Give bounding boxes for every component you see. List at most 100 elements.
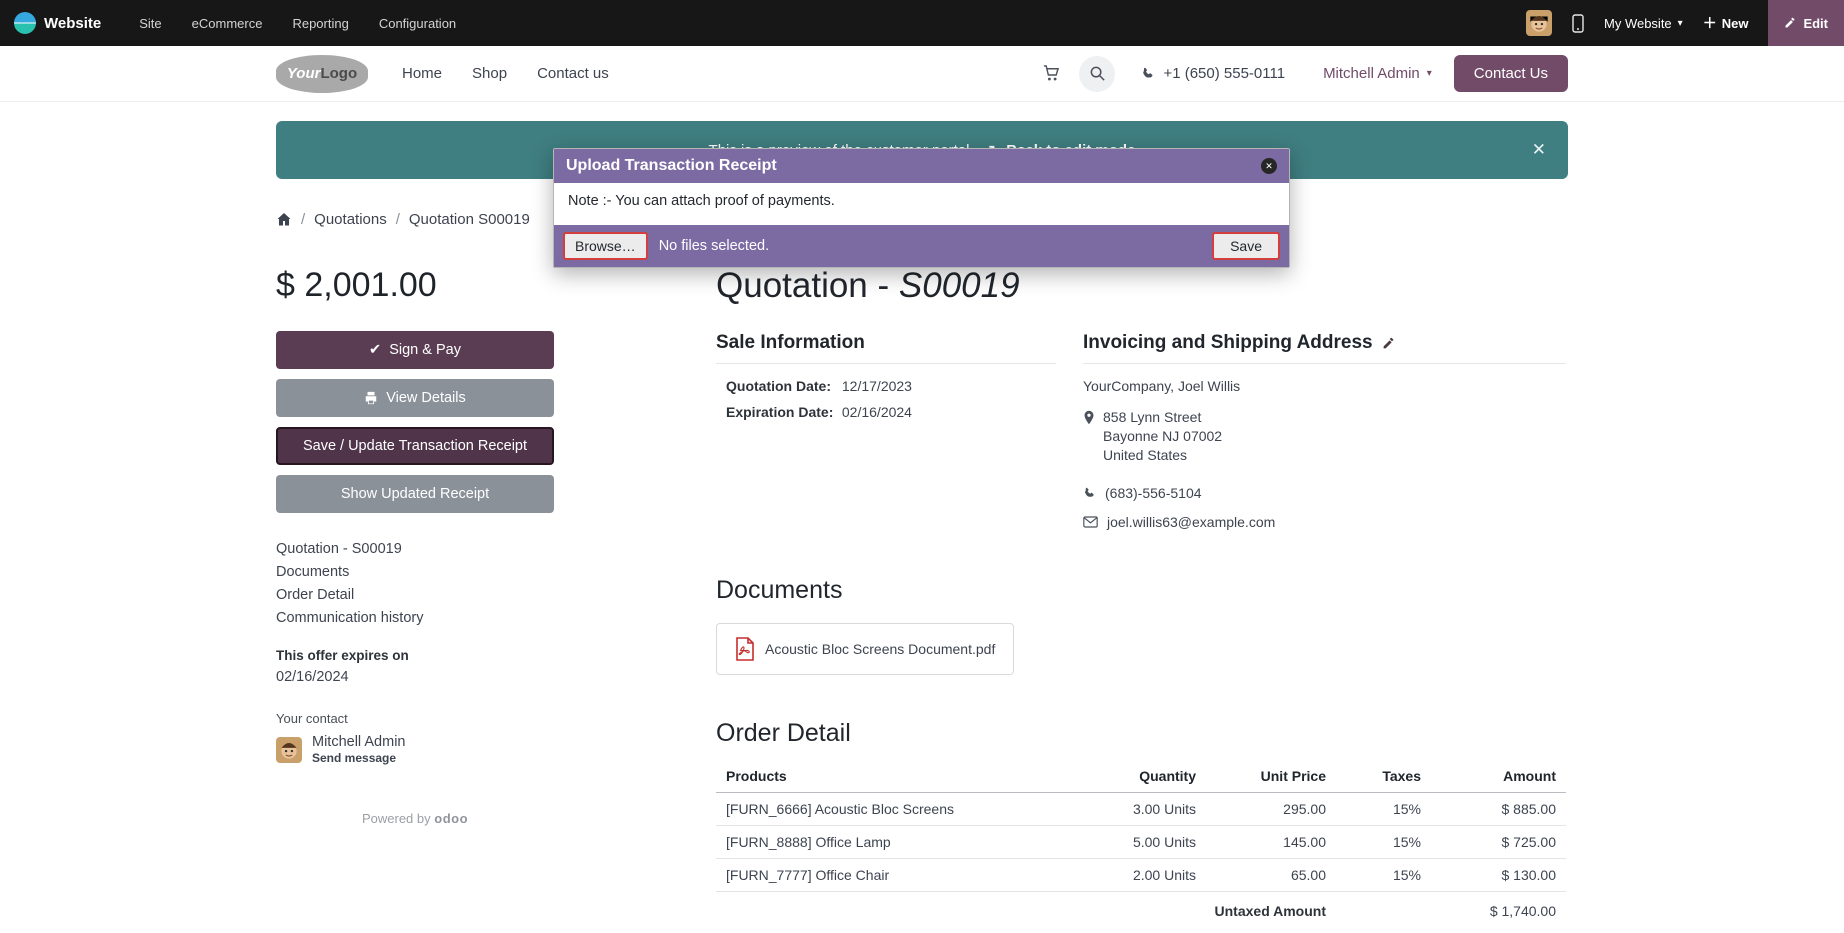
send-message-link[interactable]: Send message [312,751,405,765]
order-detail-heading: Order Detail [716,719,1566,748]
banner-close-icon[interactable]: ✕ [1532,140,1546,160]
taxes-cell: 15% [1336,859,1431,892]
save-button[interactable]: Save [1212,232,1280,260]
search-icon[interactable] [1079,56,1115,92]
browse-button[interactable]: Browse… [563,232,648,260]
menu-reporting[interactable]: Reporting [292,16,348,31]
modal-body: Note :- You can attach proof of payments… [554,183,1289,225]
phone-icon [1083,487,1096,500]
contact-name: Mitchell Admin [312,734,405,750]
home-icon[interactable] [276,212,292,227]
quotation-sidebar: $ 2,001.00 ✔ Sign & Pay View Details Sav… [276,266,554,927]
expiration-date-label: Expiration Date: [726,404,838,420]
modal-footer: Browse… No files selected. Save [554,225,1289,267]
view-details-label: View Details [386,390,466,406]
document-attachment[interactable]: Acoustic Bloc Screens Document.pdf [716,623,1014,675]
nav-shop[interactable]: Shop [472,65,507,82]
page-title: Quotation - S00019 [716,266,1566,306]
breadcrumb-current[interactable]: Quotation S00019 [409,211,530,228]
avatar-image [1526,10,1552,36]
col-unit-price: Unit Price [1206,760,1336,793]
nav-contact-us[interactable]: Contact us [537,65,609,82]
website-app-menu[interactable]: Website [14,12,101,34]
menu-site[interactable]: Site [139,16,161,31]
save-update-receipt-label: Save / Update Transaction Receipt [303,438,527,454]
new-button-label: New [1722,16,1749,31]
address-heading: Invoicing and Shipping Address [1083,332,1373,354]
documents-heading: Documents [716,576,1566,605]
show-updated-receipt-button[interactable]: Show Updated Receipt [276,475,554,513]
contact-us-button[interactable]: Contact Us [1454,55,1568,92]
powered-by-label: Powered by [362,811,431,826]
upload-receipt-modal: Upload Transaction Receipt ✕ Note :- You… [553,148,1290,268]
chevron-down-icon: ▾ [1678,18,1683,29]
address-email[interactable]: joel.willis63@example.com [1107,514,1275,530]
offer-expiry: This offer expires on 02/16/2024 [276,648,554,685]
view-details-button[interactable]: View Details [276,379,554,417]
backend-menus: Site eCommerce Reporting Configuration [139,16,456,31]
new-button[interactable]: ＋ New [1703,13,1749,33]
envelope-icon [1083,516,1098,528]
sale-information-section: Sale Information Quotation Date: 12/17/2… [716,332,1056,530]
page-title-prefix: Quotation - [716,266,899,305]
col-products: Products [716,760,1086,793]
sign-and-pay-label: Sign & Pay [389,342,461,358]
link-order-detail[interactable]: Order Detail [276,587,554,603]
edit-address-icon[interactable] [1382,337,1395,350]
address-city: Bayonne NJ 07002 [1103,427,1222,446]
website-switcher[interactable]: My Website ▾ [1604,16,1683,31]
amount-cell: $ 725.00 [1431,826,1566,859]
address-lines: 858 Lynn Street Bayonne NJ 07002 United … [1103,408,1222,465]
modal-close-icon[interactable]: ✕ [1261,158,1277,174]
nav-home[interactable]: Home [402,65,442,82]
powered-by: Powered by odoo [276,811,554,826]
odoo-wordmark[interactable]: odoo [434,811,468,826]
header-phone-number: +1 (650) 555-0111 [1163,65,1285,82]
quotation-date-label: Quotation Date: [726,378,838,394]
site-header: Your Logo Home Shop Contact us +1 (650) … [0,46,1844,102]
user-menu[interactable]: Mitchell Admin ▾ [1323,65,1432,82]
menu-ecommerce[interactable]: eCommerce [192,16,263,31]
edit-button[interactable]: Edit [1768,0,1844,46]
document-filename: Acoustic Bloc Screens Document.pdf [765,641,995,657]
col-amount: Amount [1431,760,1566,793]
website-app-icon [14,12,36,34]
breadcrumb-quotations[interactable]: Quotations [314,211,387,228]
pencil-icon [1784,17,1796,29]
link-documents[interactable]: Documents [276,564,554,580]
logo-text-logo: Logo [320,65,357,82]
link-quotation[interactable]: Quotation - S00019 [276,541,554,557]
logo-text-your: Your [287,65,321,82]
address-section: Invoicing and Shipping Address YourCompa… [1083,332,1566,530]
order-lines-table: Products Quantity Unit Price Taxes Amoun… [716,760,1566,927]
sale-information-heading: Sale Information [716,332,1056,364]
sign-and-pay-button[interactable]: ✔ Sign & Pay [276,331,554,369]
modal-header: Upload Transaction Receipt ✕ [554,149,1289,183]
address-phone[interactable]: (683)-556-5104 [1105,485,1202,501]
untaxed-amount-value: $ 1,740.00 [1336,892,1566,928]
site-logo[interactable]: Your Logo [276,55,368,93]
show-updated-receipt-label: Show Updated Receipt [341,486,489,502]
mobile-preview-icon[interactable] [1572,14,1584,33]
unit-price-cell: 295.00 [1206,793,1336,826]
header-phone[interactable]: +1 (650) 555-0111 [1141,65,1285,82]
col-quantity: Quantity [1086,760,1206,793]
offer-expiry-label: This offer expires on [276,648,554,663]
page-title-ref: S00019 [899,266,1020,305]
unit-price-cell: 145.00 [1206,826,1336,859]
sidebar-links: Quotation - S00019 Documents Order Detai… [276,541,554,626]
quotation-date-row: Quotation Date: 12/17/2023 [716,378,1056,394]
pdf-icon [735,637,755,661]
table-row: [FURN_6666] Acoustic Bloc Screens 3.00 U… [716,793,1566,826]
cart-icon[interactable] [1033,56,1069,92]
product-cell: [FURN_8888] Office Lamp [716,826,1086,859]
menu-configuration[interactable]: Configuration [379,16,456,31]
link-communication-history[interactable]: Communication history [276,610,554,626]
save-update-receipt-button[interactable]: Save / Update Transaction Receipt [276,427,554,465]
map-pin-icon [1083,410,1095,425]
modal-note: Note :- You can attach proof of payments… [568,193,835,209]
user-avatar[interactable] [1526,10,1552,36]
site-nav: Home Shop Contact us [402,65,609,82]
amount-cell: $ 885.00 [1431,793,1566,826]
untaxed-amount-label: Untaxed Amount [716,892,1336,928]
